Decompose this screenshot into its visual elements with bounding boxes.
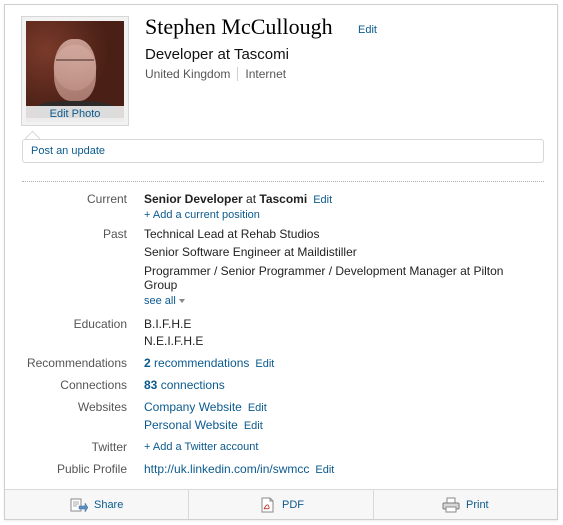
see-all-text: see all	[144, 295, 176, 307]
public-profile-row: http://uk.linkedin.com/in/swmcc Edit	[144, 462, 334, 476]
personal-website-link[interactable]: Personal Website	[144, 418, 238, 432]
connections-text: connections	[157, 378, 225, 392]
past-item: Group	[144, 278, 178, 292]
twitter-label: Twitter	[91, 440, 127, 454]
edit-photo-link[interactable]: Edit Photo	[26, 106, 124, 122]
printer-icon	[442, 497, 460, 513]
connections-link[interactable]: 83 connections	[144, 378, 225, 392]
education-item: B.I.F.H.E	[144, 317, 192, 331]
caret-down-icon	[178, 299, 185, 304]
pdf-button[interactable]: PDF	[188, 490, 372, 519]
print-button[interactable]: Print	[372, 490, 557, 519]
websites-label: Websites	[77, 400, 127, 414]
edit-website-link[interactable]: Edit	[248, 402, 267, 414]
add-current-position-link[interactable]: + Add a current position	[144, 209, 260, 221]
add-twitter-link[interactable]: + Add a Twitter account	[144, 441, 258, 453]
current-title: Senior Developer	[144, 192, 243, 206]
edit-recommendations-link[interactable]: Edit	[255, 358, 274, 370]
pdf-label: PDF	[281, 498, 304, 511]
share-icon	[70, 497, 89, 513]
past-item: Senior Software Engineer at Maildistille…	[144, 245, 357, 259]
company-website-link[interactable]: Company Website	[144, 400, 242, 414]
past-item: Programmer / Senior Programmer / Develop…	[144, 264, 504, 278]
profile-photo-image	[26, 21, 124, 118]
recommendations-count: 2	[144, 356, 151, 370]
recommendations-row: 2 recommendations Edit	[144, 356, 274, 370]
post-update-box[interactable]: Post an update	[22, 139, 544, 163]
website-row: Personal Website Edit	[144, 418, 263, 432]
public-profile-label: Public Profile	[56, 462, 127, 476]
location-row: United Kingdom Internet	[145, 67, 286, 81]
connections-label: Connections	[60, 378, 127, 392]
edit-website-link[interactable]: Edit	[244, 420, 263, 432]
location-text: United Kingdom	[145, 67, 231, 81]
current-at: at	[242, 192, 260, 206]
connections-count: 83	[144, 378, 158, 392]
education-label: Education	[73, 317, 127, 331]
public-profile-url[interactable]: http://uk.linkedin.com/in/swmcc	[144, 462, 309, 476]
share-button[interactable]: Share	[5, 490, 188, 519]
current-position: Senior Developer at Tascomi Edit	[144, 192, 332, 206]
recommendations-link[interactable]: 2 recommendations	[144, 356, 249, 370]
recommendations-text: recommendations	[150, 356, 250, 370]
education-item: N.E.I.F.H.E	[144, 334, 204, 348]
location-divider	[237, 67, 239, 81]
profile-headline: Developer at Tascomi	[145, 46, 289, 63]
industry-text: Internet	[245, 67, 287, 81]
profile-name: Stephen McCullough	[145, 14, 333, 39]
current-company: Tascomi	[259, 192, 308, 206]
current-label: Current	[86, 192, 127, 206]
past-label: Past	[102, 227, 127, 241]
edit-name-link[interactable]: Edit	[358, 24, 377, 36]
pdf-icon	[258, 497, 276, 513]
website-row: Company Website Edit	[144, 400, 267, 414]
section-divider	[22, 181, 544, 182]
edit-public-profile-link[interactable]: Edit	[315, 464, 334, 476]
print-label: Print	[466, 498, 489, 511]
profile-actions-bar: Share PDF Print	[5, 489, 557, 519]
share-label: Share	[93, 498, 124, 511]
post-update-link[interactable]: Post an update	[31, 145, 105, 157]
edit-current-link[interactable]: Edit	[313, 194, 332, 206]
see-all-link[interactable]: see all	[144, 295, 185, 307]
connections-row: 83 connections	[144, 378, 225, 392]
past-item: Technical Lead at Rehab Studios	[144, 227, 320, 241]
recommendations-label: Recommendations	[26, 356, 127, 370]
profile-card: Edit Photo Stephen McCullough Edit Devel…	[4, 4, 558, 520]
profile-photo[interactable]: Edit Photo	[21, 16, 129, 126]
